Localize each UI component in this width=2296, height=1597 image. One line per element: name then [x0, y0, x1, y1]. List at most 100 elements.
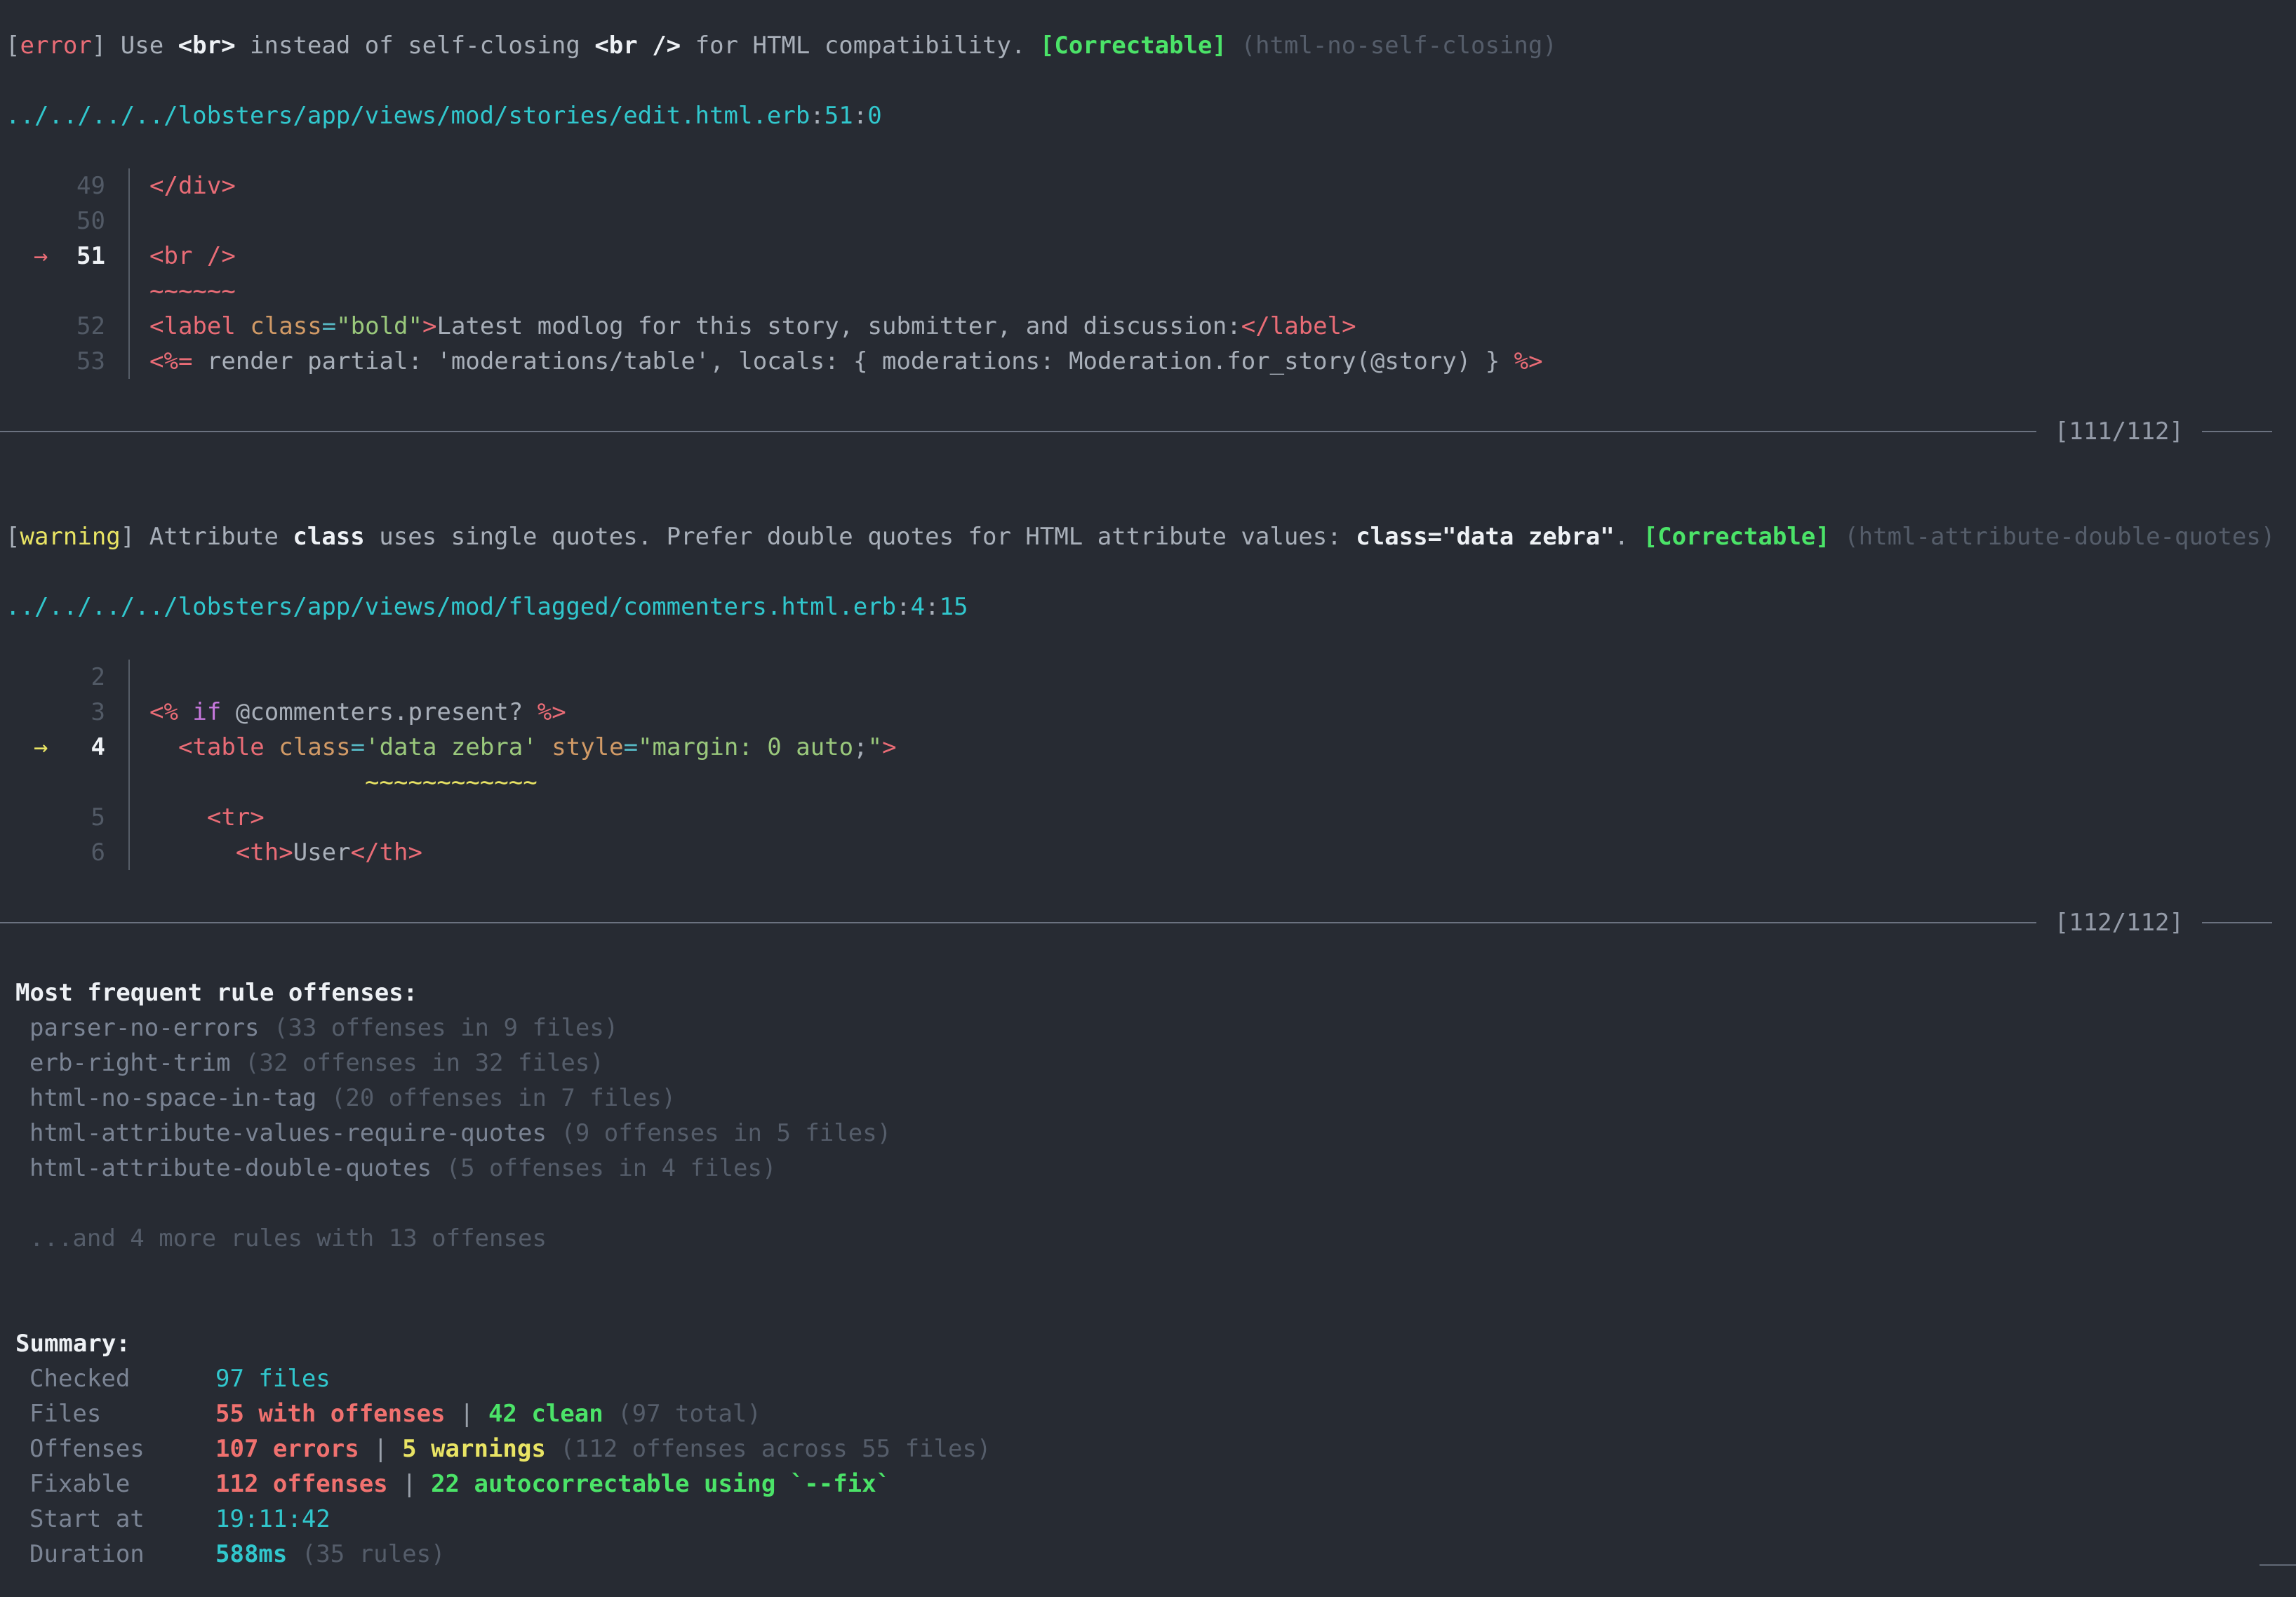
summary-row: Checked97 files: [6, 1361, 2296, 1396]
text-token: 51: [825, 102, 853, 130]
text-token: </th>: [351, 838, 422, 867]
code-line: ~~~~~~: [6, 274, 2296, 309]
terminal-output: [error] Use <br> instead of self-closing…: [0, 0, 2296, 1572]
line-number: [105, 768, 128, 796]
text-token: (32 offenses in 32 files): [231, 1049, 604, 1077]
summary-label: Duration: [29, 1537, 215, 1572]
rule-offense-item: html-attribute-values-require-quotes (9 …: [6, 1116, 2296, 1151]
gutter: [6, 274, 130, 309]
text-token: 15: [940, 593, 968, 621]
summary-row: Files55 with offenses | 42 clean (97 tot…: [6, 1396, 2296, 1431]
divider-line: [0, 922, 2036, 923]
text-token: class: [250, 312, 321, 340]
file-path: ../../../../lobsters/app/views/mod/stori…: [6, 98, 2296, 133]
text-token: ] Attribute: [121, 523, 293, 551]
gutter: 53: [6, 344, 130, 379]
text-token: @commenters.present?: [236, 698, 538, 726]
text-token: [538, 733, 552, 761]
code-line: ~~~~~~~~~~~~: [6, 765, 2296, 800]
text-token: [Correctable]: [1643, 523, 1830, 551]
code-text: <table class='data zebra' style="margin:…: [130, 730, 897, 765]
line-number: 51: [76, 242, 128, 270]
pointer-arrow-icon: →: [34, 239, 48, 274]
summary-label: Files: [29, 1396, 215, 1431]
text-token: <br />: [149, 242, 236, 270]
rule-offense-item: html-no-space-in-tag (20 offenses in 7 f…: [6, 1081, 2296, 1116]
text-token: [: [6, 523, 20, 551]
text-token: <th>: [236, 838, 293, 867]
text-token: "bold": [336, 312, 422, 340]
text-token: 588ms: [215, 1540, 287, 1568]
line-number: 4: [91, 733, 128, 761]
text-token: 97 files: [215, 1365, 331, 1393]
issue-message: [warning] Attribute class uses single qu…: [6, 519, 2296, 554]
text-token: 'data zebra': [365, 733, 538, 761]
text-token: class="data zebra": [1356, 523, 1614, 551]
text-token: (html-no-self-closing): [1227, 32, 1557, 60]
gutter: 2: [6, 660, 130, 695]
text-token: (97 total): [603, 1400, 761, 1428]
more-rules-note: ...and 4 more rules with 13 offenses: [6, 1221, 2296, 1256]
text-token: ~~~~~~: [149, 277, 236, 305]
gutter: →4: [6, 730, 130, 765]
code-line: 49</div>: [6, 168, 2296, 203]
gutter: 50: [6, 203, 130, 239]
rule-offense-list: parser-no-errors (33 offenses in 9 files…: [6, 1010, 2296, 1186]
text-token: 55 with offenses: [215, 1400, 446, 1428]
rule-offense-item: erb-right-trim (32 offenses in 32 files): [6, 1045, 2296, 1081]
progress-divider: [111/112]: [0, 414, 2296, 449]
summary-section: Summary: Checked97 filesFiles55 with off…: [6, 1326, 2296, 1572]
text-token: if: [178, 698, 236, 726]
line-number: 49: [76, 172, 128, 200]
gutter: 49: [6, 168, 130, 203]
summary-label: Checked: [29, 1361, 215, 1396]
section-title: Summary:: [6, 1326, 2296, 1361]
lint-issue-warning: [warning] Attribute class uses single qu…: [6, 519, 2296, 940]
text-token: (9 offenses in 5 files): [547, 1119, 891, 1147]
code-line: 3<% if @commenters.present? %>: [6, 695, 2296, 730]
line-number: 3: [91, 698, 128, 726]
text-token: ": [868, 733, 882, 761]
text-token: [236, 312, 250, 340]
text-token: >: [422, 312, 436, 340]
text-token: [: [6, 32, 20, 60]
code-line: 50: [6, 203, 2296, 239]
text-token: |: [359, 1435, 402, 1463]
code-line-current: → 51 <br />: [6, 239, 2296, 274]
text-token: ;: [853, 733, 867, 761]
text-token: <%=: [149, 347, 192, 375]
summary-row: Offenses107 errors | 5 warnings (112 off…: [6, 1431, 2296, 1466]
code-text: ~~~~~~~~~~~~: [130, 765, 538, 800]
code-text: <br />: [130, 239, 236, 274]
code-text: ~~~~~~: [130, 274, 236, 309]
text-token: (33 offenses in 9 files): [260, 1014, 619, 1042]
issue-message: [error] Use <br> instead of self-closing…: [6, 28, 2296, 63]
summary-row: Start at19:11:42: [6, 1502, 2296, 1537]
gutter: 5: [6, 800, 130, 835]
text-token: =: [624, 733, 638, 761]
text-token: [149, 733, 178, 761]
section-title: Most frequent rule offenses:: [6, 975, 2296, 1010]
text-token: 107 errors: [215, 1435, 359, 1463]
text-token: 4: [911, 593, 925, 621]
text-token: 0: [867, 102, 881, 130]
code-line: 52<label class="bold">Latest modlog for …: [6, 309, 2296, 344]
code-text: <label class="bold">Latest modlog for th…: [130, 309, 1356, 344]
text-token: style: [552, 733, 623, 761]
text-token: ../../../../lobsters/app/views/mod/stori…: [6, 102, 810, 130]
text-token: erb-right-trim: [29, 1049, 231, 1077]
divider-line: [2202, 431, 2272, 432]
text-token: <table: [178, 733, 265, 761]
summary-row: Duration588ms (35 rules): [6, 1537, 2296, 1572]
text-token: |: [388, 1470, 431, 1498]
text-token: instead of self-closing: [236, 32, 595, 60]
text-token: :: [896, 593, 910, 621]
gutter: 52: [6, 309, 130, 344]
file-path: ../../../../lobsters/app/views/mod/flagg…: [6, 589, 2296, 624]
text-token: >: [882, 733, 896, 761]
text-token: (35 rules): [287, 1540, 445, 1568]
text-token: =: [322, 312, 336, 340]
text-token: :: [853, 102, 867, 130]
code-text: <tr>: [130, 800, 265, 835]
rule-offense-item: parser-no-errors (33 offenses in 9 files…: [6, 1010, 2296, 1045]
